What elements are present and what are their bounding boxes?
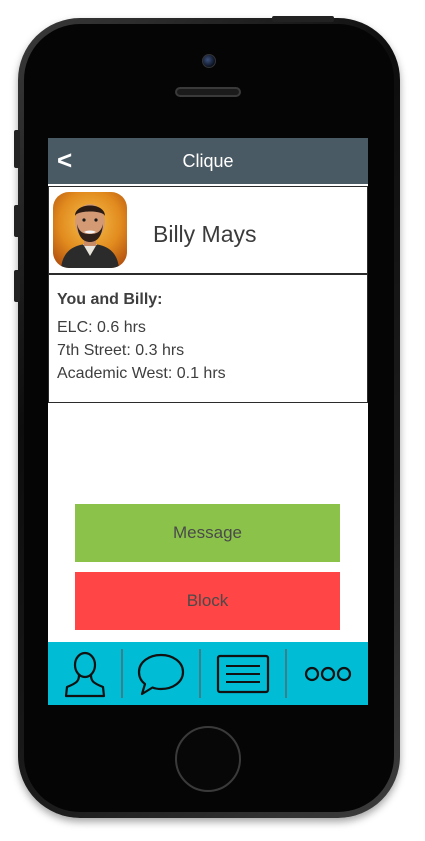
profile-header: Billy Mays [48, 186, 368, 275]
tab-bar [48, 642, 368, 705]
earpiece-speaker [175, 87, 241, 97]
page-title: Clique [182, 151, 234, 171]
volume-up-button [14, 205, 20, 237]
tab-list[interactable] [201, 642, 285, 705]
shared-time-entry: Academic West: 0.1 hrs [57, 365, 226, 382]
avatar [53, 192, 127, 268]
shared-time-panel: You and Billy: ELC: 0.6 hrs 7th Street: … [48, 275, 368, 403]
shared-time-entry: 7th Street: 0.3 hrs [57, 342, 185, 359]
app-screen: < Clique Billy Mays You and Billy: ELC: … [48, 138, 368, 705]
home-button[interactable] [175, 726, 241, 792]
chat-bubble-icon [137, 653, 185, 695]
mute-switch [14, 130, 20, 168]
tab-more[interactable] [287, 642, 368, 705]
avatar-image [53, 192, 127, 268]
message-button[interactable]: Message [75, 504, 340, 562]
person-icon [64, 651, 105, 697]
profile-name: Billy Mays [153, 221, 257, 247]
list-icon [216, 654, 270, 693]
shared-time-heading: You and Billy: [57, 291, 163, 308]
block-button[interactable]: Block [75, 572, 340, 630]
tab-messages[interactable] [123, 642, 199, 705]
front-camera [202, 54, 216, 68]
nav-bar: < Clique [48, 138, 368, 184]
power-button [272, 16, 334, 22]
more-icon [304, 666, 351, 681]
shared-time-entry: ELC: 0.6 hrs [57, 319, 146, 336]
volume-down-button [14, 270, 20, 302]
tab-profile[interactable] [48, 642, 121, 705]
